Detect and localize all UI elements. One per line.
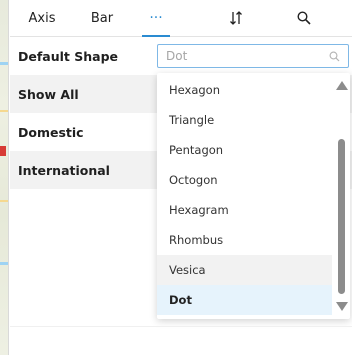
tab-axis[interactable]: Axis xyxy=(20,0,64,36)
search-tab[interactable] xyxy=(288,0,320,36)
option-triangle[interactable]: Triangle xyxy=(157,105,332,135)
tab-more[interactable]: ··· xyxy=(138,0,174,37)
option-hexagram[interactable]: Hexagram xyxy=(157,195,332,225)
scroll-up-arrow-icon[interactable] xyxy=(336,81,348,90)
map-water xyxy=(0,262,8,265)
map-road xyxy=(0,200,8,202)
scroll-down-arrow-icon[interactable] xyxy=(336,302,348,311)
option-vesica[interactable]: Vesica xyxy=(157,255,332,285)
option-pentagon[interactable]: Pentagon xyxy=(157,135,332,165)
default-shape-combobox[interactable]: Dot xyxy=(157,44,349,68)
show-all-label: Show All xyxy=(18,86,79,102)
sort-swap-icon xyxy=(230,11,242,25)
option-rhombus[interactable]: Rhombus xyxy=(157,225,332,255)
shape-dropdown-list: Hexagon Triangle Pentagon Octogon Hexagr… xyxy=(157,73,350,319)
map-road xyxy=(0,110,8,112)
option-hexagon[interactable]: Hexagon xyxy=(157,75,332,105)
option-octogon[interactable]: Octogon xyxy=(157,165,332,195)
map-water xyxy=(0,62,8,65)
international-label: International xyxy=(18,162,110,178)
sort-tab[interactable] xyxy=(220,0,252,36)
divider xyxy=(10,326,352,327)
search-icon xyxy=(297,11,311,25)
map-badge xyxy=(0,146,6,156)
map-preview-strip xyxy=(0,0,9,355)
search-icon xyxy=(329,51,340,62)
default-shape-label: Default Shape xyxy=(18,48,118,64)
option-dot[interactable]: Dot xyxy=(157,285,332,315)
scrollbar-thumb[interactable] xyxy=(338,139,345,294)
domestic-label: Domestic xyxy=(18,124,84,140)
combobox-value: Dot xyxy=(166,49,188,63)
tab-bar[interactable]: Bar xyxy=(82,0,122,36)
format-tab-bar: Axis Bar ··· xyxy=(10,0,352,37)
